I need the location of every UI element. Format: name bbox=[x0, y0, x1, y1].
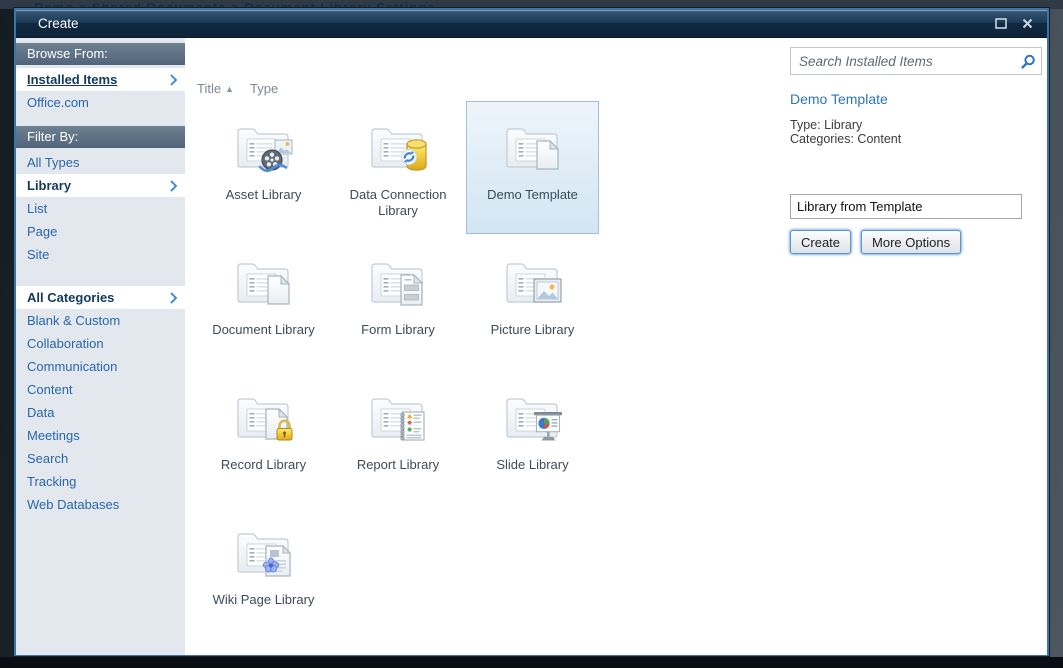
dialog-titlebar: Create bbox=[16, 10, 1047, 38]
sidebar-item-communication[interactable]: Communication bbox=[16, 355, 185, 378]
template-type-line: Type: Library bbox=[790, 118, 901, 132]
selected-template-title: Demo Template bbox=[790, 91, 888, 107]
create-dialog: Create Browse From: Installed Items bbox=[14, 8, 1049, 656]
sidebar-item-office-com[interactable]: Office.com bbox=[16, 91, 185, 114]
sort-by-title[interactable]: Title▲ bbox=[197, 81, 234, 96]
sidebar-item-web-databases[interactable]: Web Databases bbox=[16, 493, 185, 516]
template-categories-line: Categories: Content bbox=[790, 132, 901, 146]
tile-asset-library[interactable]: Asset Library bbox=[197, 101, 330, 234]
browse-from-header: Browse From: bbox=[16, 43, 185, 65]
tile-document-library[interactable]: Document Library bbox=[197, 236, 330, 369]
sort-by-type[interactable]: Type bbox=[250, 81, 278, 96]
tile-label: Record Library bbox=[221, 457, 306, 473]
tile-wiki-page-library[interactable]: Wiki Page Library bbox=[197, 506, 330, 639]
filter-by-header: Filter By: bbox=[16, 126, 185, 148]
maximize-button[interactable] bbox=[993, 16, 1008, 31]
sidebar-item-meetings[interactable]: Meetings bbox=[16, 424, 185, 447]
tile-label: Picture Library bbox=[491, 322, 575, 338]
search-button[interactable] bbox=[1021, 54, 1036, 74]
new-library-name-input[interactable] bbox=[790, 194, 1022, 219]
tile-data-connection-library[interactable]: Data Connection Library bbox=[332, 101, 465, 234]
screen: Demo > Shared Documents > Document Libra… bbox=[0, 0, 1063, 668]
tile-label: Document Library bbox=[212, 322, 315, 338]
chevron-right-icon bbox=[170, 292, 178, 304]
record-library-icon bbox=[232, 385, 296, 449]
demo-template-icon bbox=[501, 115, 565, 179]
sort-bar: Title▲ Type bbox=[197, 81, 278, 96]
tile-label: Data Connection Library bbox=[338, 187, 458, 219]
sort-ascending-icon: ▲ bbox=[225, 84, 234, 94]
maximize-icon bbox=[995, 18, 1007, 29]
sidebar-item-data[interactable]: Data bbox=[16, 401, 185, 424]
sidebar-item-collaboration[interactable]: Collaboration bbox=[16, 332, 185, 355]
tile-slide-library[interactable]: Slide Library bbox=[466, 371, 599, 504]
picture-library-icon bbox=[501, 250, 565, 314]
sidebar-item-site[interactable]: Site bbox=[16, 243, 185, 266]
tile-label: Form Library bbox=[361, 322, 435, 338]
slide-library-icon bbox=[501, 385, 565, 449]
data-connection-library-icon bbox=[366, 115, 430, 179]
search-input[interactable] bbox=[790, 47, 1042, 75]
chevron-right-icon bbox=[170, 180, 178, 192]
close-button[interactable] bbox=[1020, 16, 1035, 31]
document-library-icon bbox=[232, 250, 296, 314]
sidebar-item-search[interactable]: Search bbox=[16, 447, 185, 470]
sidebar-item-blank-custom[interactable]: Blank & Custom bbox=[16, 309, 185, 332]
sidebar-item-tracking[interactable]: Tracking bbox=[16, 470, 185, 493]
close-icon bbox=[1022, 18, 1033, 29]
selected-template-meta: Type: Library Categories: Content bbox=[790, 118, 901, 146]
tile-picture-library[interactable]: Picture Library bbox=[466, 236, 599, 369]
template-grid: Asset Library Data Connection Library De… bbox=[197, 101, 600, 641]
tile-record-library[interactable]: Record Library bbox=[197, 371, 330, 504]
tile-form-library[interactable]: Form Library bbox=[332, 236, 465, 369]
tile-label: Report Library bbox=[357, 457, 439, 473]
tile-label: Demo Template bbox=[487, 187, 578, 203]
sidebar-item-list[interactable]: List bbox=[16, 197, 185, 220]
create-button[interactable]: Create bbox=[790, 230, 851, 254]
dialog-title: Create bbox=[38, 10, 79, 37]
sidebar-item-content[interactable]: Content bbox=[16, 378, 185, 401]
sidebar-item-page[interactable]: Page bbox=[16, 220, 185, 243]
form-library-icon bbox=[366, 250, 430, 314]
report-library-icon bbox=[366, 385, 430, 449]
asset-library-icon bbox=[232, 115, 296, 179]
tile-label: Slide Library bbox=[496, 457, 568, 473]
tile-report-library[interactable]: Report Library bbox=[332, 371, 465, 504]
background-bottom-strip bbox=[0, 657, 1063, 668]
details-panel: Demo Template Type: Library Categories: … bbox=[790, 47, 1042, 75]
template-gallery: Title▲ Type Asset Library Data Connectio… bbox=[185, 38, 1047, 655]
tile-label: Asset Library bbox=[226, 187, 302, 203]
sidebar-item-library[interactable]: Library bbox=[16, 174, 185, 197]
tile-label: Wiki Page Library bbox=[213, 592, 315, 608]
more-options-button[interactable]: More Options bbox=[861, 230, 961, 254]
sidebar-item-installed-items[interactable]: Installed Items bbox=[16, 68, 185, 91]
chevron-right-icon bbox=[170, 74, 178, 86]
tile-demo-template[interactable]: Demo Template bbox=[466, 101, 599, 234]
search-icon bbox=[1021, 54, 1036, 69]
sidebar: Browse From: Installed Items Office.com … bbox=[16, 38, 185, 655]
sidebar-item-all-categories[interactable]: All Categories bbox=[16, 286, 185, 309]
sidebar-item-all-types[interactable]: All Types bbox=[16, 151, 185, 174]
wiki-page-library-icon bbox=[232, 520, 296, 584]
